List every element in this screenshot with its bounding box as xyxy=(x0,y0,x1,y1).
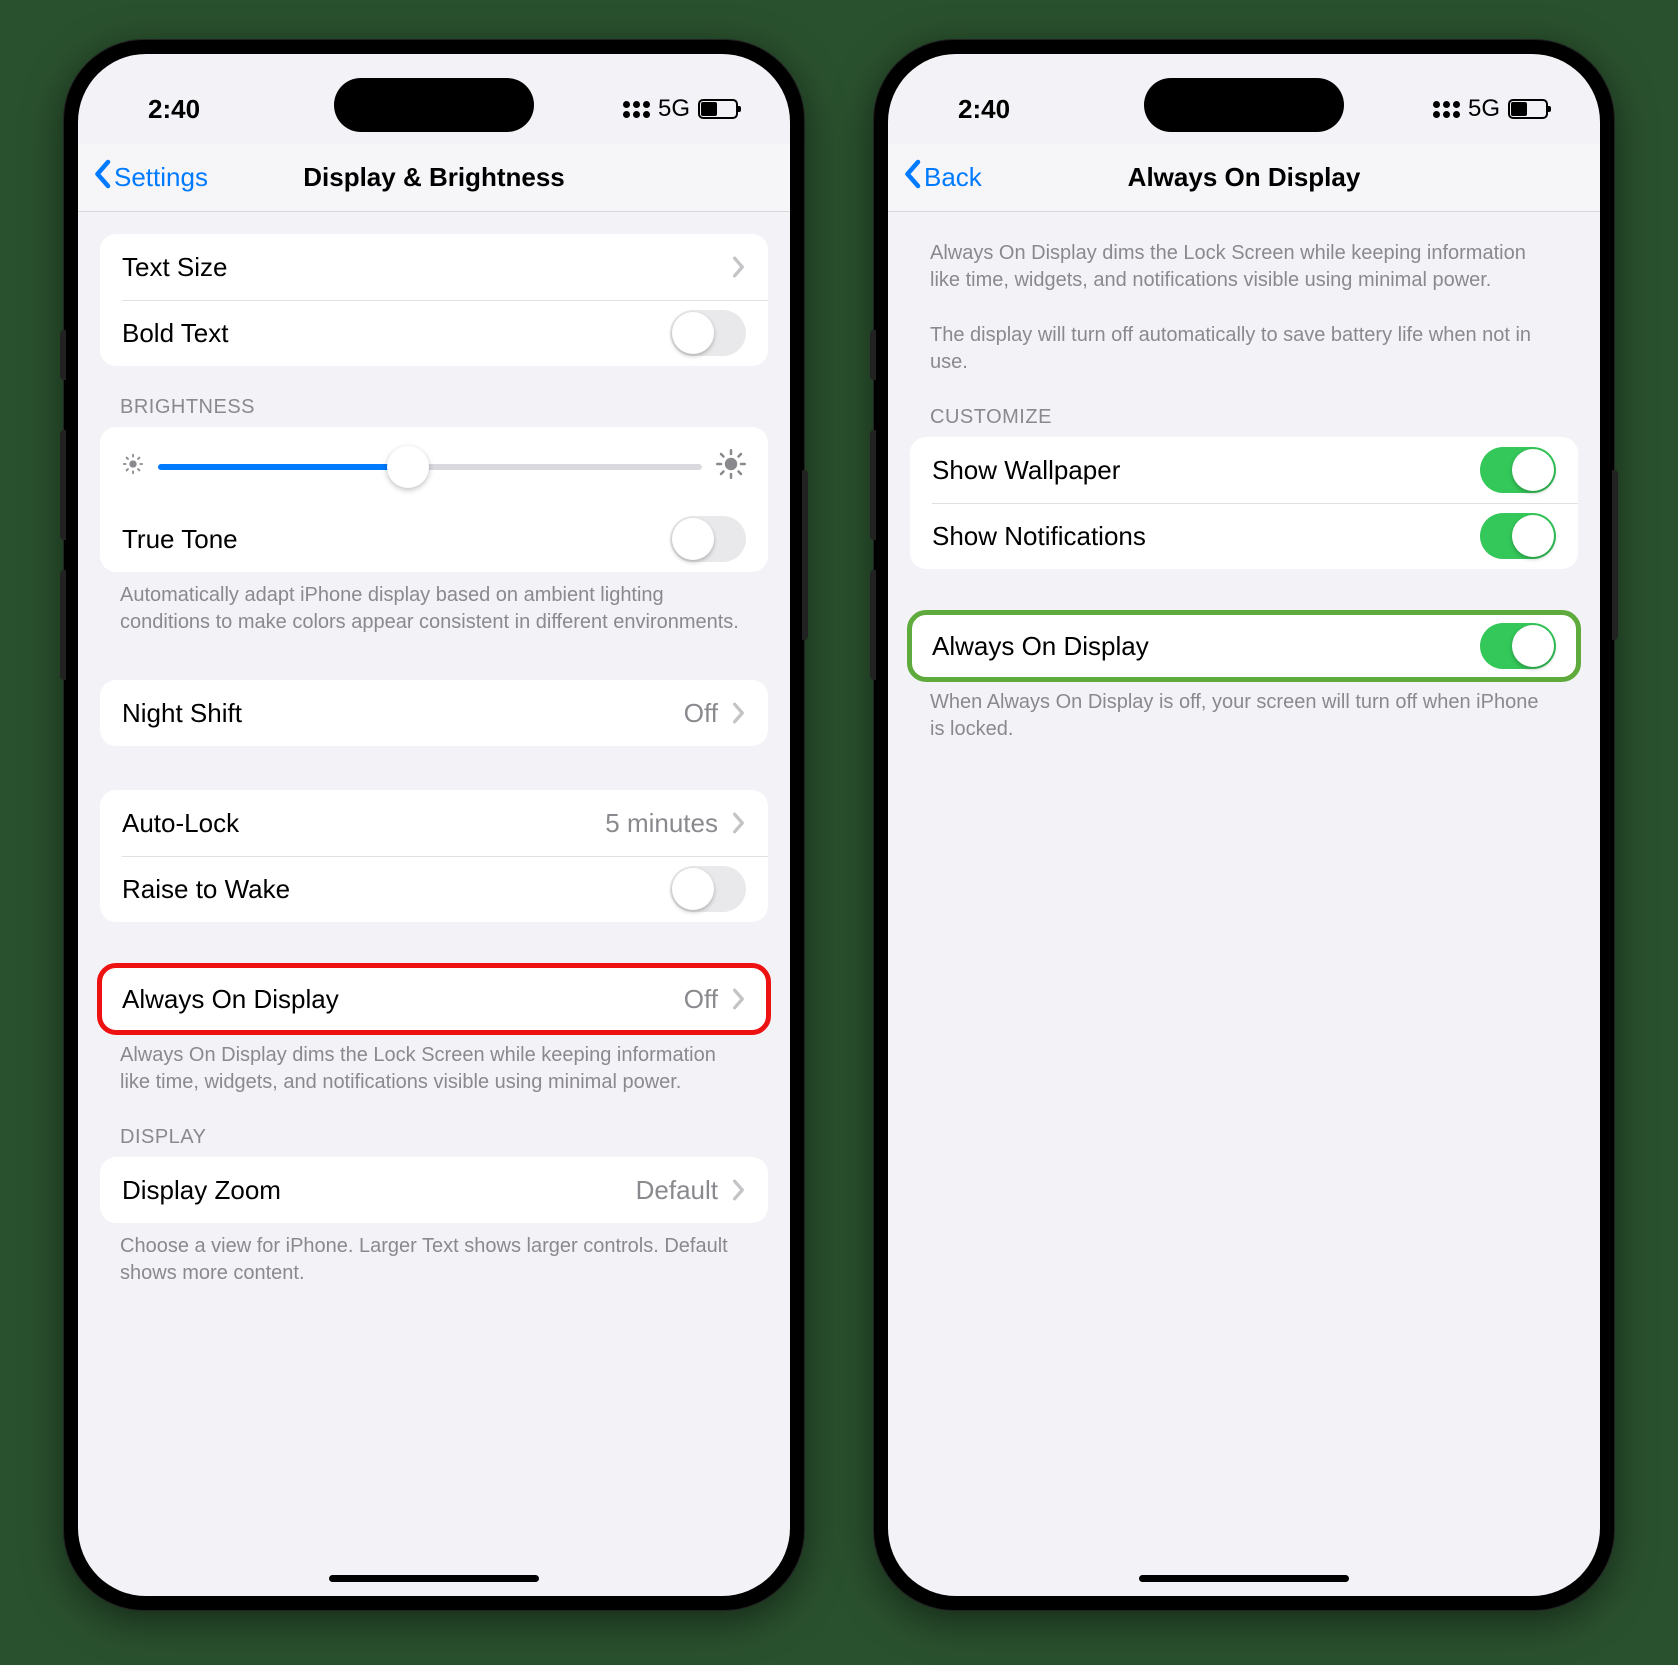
always-on-display-toggle[interactable] xyxy=(1480,623,1556,669)
back-label: Back xyxy=(924,162,982,193)
phone-right: 2:40 5G Back Always On Display Always On… xyxy=(874,40,1614,1610)
side-button xyxy=(60,430,66,540)
cellular-signal-icon xyxy=(1433,101,1460,118)
side-button xyxy=(60,330,66,380)
cell-label: Text Size xyxy=(122,252,726,283)
home-indicator[interactable] xyxy=(329,1575,539,1582)
nav-bar: Settings Display & Brightness xyxy=(78,144,790,212)
brightness-thumb[interactable] xyxy=(387,446,429,488)
phone-left: 2:40 5G Settings Display & Brightness xyxy=(64,40,804,1610)
cell-label: Auto-Lock xyxy=(122,808,605,839)
cell-label: Raise to Wake xyxy=(122,874,670,905)
back-button[interactable]: Settings xyxy=(78,159,208,196)
intro-text-2: The display will turn off automatically … xyxy=(910,294,1578,376)
page-title: Always On Display xyxy=(888,162,1600,193)
status-time: 2:40 xyxy=(958,94,1010,125)
network-label: 5G xyxy=(1468,95,1500,123)
side-button xyxy=(802,470,808,640)
side-button xyxy=(870,330,876,380)
cell-label: Show Notifications xyxy=(932,521,1480,552)
chevron-left-icon xyxy=(92,159,112,196)
cell-label: Always On Display xyxy=(122,984,684,1015)
display-zoom-footer: Choose a view for iPhone. Larger Text sh… xyxy=(100,1223,768,1347)
text-size-row[interactable]: Text Size xyxy=(100,234,768,300)
home-indicator[interactable] xyxy=(1139,1575,1349,1582)
raise-to-wake-toggle[interactable] xyxy=(670,866,746,912)
group-header-display: DISPLAY xyxy=(100,1096,768,1157)
nav-bar: Back Always On Display xyxy=(888,144,1600,212)
sun-max-icon xyxy=(716,449,746,484)
aod-footer: Always On Display dims the Lock Screen w… xyxy=(100,1032,768,1096)
bold-text-row: Bold Text xyxy=(100,300,768,366)
battery-icon xyxy=(698,99,738,119)
brightness-slider[interactable] xyxy=(158,464,702,470)
auto-lock-row[interactable]: Auto-Lock 5 minutes xyxy=(100,790,768,856)
cell-value: 5 minutes xyxy=(605,808,718,839)
cell-label: Always On Display xyxy=(932,631,1480,662)
chevron-left-icon xyxy=(902,159,922,196)
intro-text-1: Always On Display dims the Lock Screen w… xyxy=(910,212,1578,294)
cell-label: Bold Text xyxy=(122,318,670,349)
side-button xyxy=(60,570,66,680)
night-shift-row[interactable]: Night Shift Off xyxy=(100,680,768,746)
chevron-right-icon xyxy=(732,702,746,724)
chevron-right-icon xyxy=(732,1179,746,1201)
cellular-signal-icon xyxy=(623,101,650,118)
chevron-right-icon xyxy=(732,256,746,278)
brightness-slider-row xyxy=(100,427,768,506)
always-on-display-row[interactable]: Always On Display Off xyxy=(100,966,768,1032)
side-button xyxy=(870,430,876,540)
true-tone-toggle[interactable] xyxy=(670,516,746,562)
cell-label: Night Shift xyxy=(122,698,684,729)
status-time: 2:40 xyxy=(148,94,200,125)
display-zoom-row[interactable]: Display Zoom Default xyxy=(100,1157,768,1223)
aod-footer: When Always On Display is off, your scre… xyxy=(910,679,1578,743)
dynamic-island xyxy=(1144,78,1344,132)
cell-label: True Tone xyxy=(122,524,670,555)
chevron-right-icon xyxy=(732,812,746,834)
cell-label: Show Wallpaper xyxy=(932,455,1480,486)
always-on-display-group: Always On Display xyxy=(910,613,1578,679)
show-notifications-row: Show Notifications xyxy=(910,503,1578,569)
cell-value: Off xyxy=(684,698,718,729)
show-wallpaper-toggle[interactable] xyxy=(1480,447,1556,493)
cell-value: Default xyxy=(636,1175,718,1206)
chevron-right-icon xyxy=(732,988,746,1010)
true-tone-row: True Tone xyxy=(100,506,768,572)
battery-icon xyxy=(1508,99,1548,119)
dynamic-island xyxy=(334,78,534,132)
true-tone-footer: Automatically adapt iPhone display based… xyxy=(100,572,768,636)
sun-min-icon xyxy=(122,453,144,480)
back-label: Settings xyxy=(114,162,208,193)
cell-value: Off xyxy=(684,984,718,1015)
back-button[interactable]: Back xyxy=(888,159,982,196)
group-header-customize: CUSTOMIZE xyxy=(910,376,1578,437)
show-notifications-toggle[interactable] xyxy=(1480,513,1556,559)
always-on-display-group: Always On Display Off xyxy=(100,966,768,1032)
bold-text-toggle[interactable] xyxy=(670,310,746,356)
raise-to-wake-row: Raise to Wake xyxy=(100,856,768,922)
side-button xyxy=(870,570,876,680)
show-wallpaper-row: Show Wallpaper xyxy=(910,437,1578,503)
brightness-fill xyxy=(158,464,408,470)
network-label: 5G xyxy=(658,95,690,123)
always-on-display-row: Always On Display xyxy=(910,613,1578,679)
cell-label: Display Zoom xyxy=(122,1175,636,1206)
side-button xyxy=(1612,470,1618,640)
group-header-brightness: BRIGHTNESS xyxy=(100,366,768,427)
